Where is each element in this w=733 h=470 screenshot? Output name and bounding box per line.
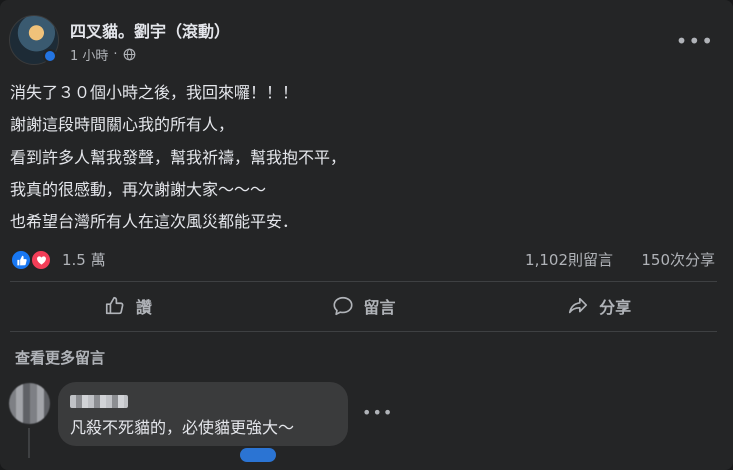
divider (10, 331, 717, 332)
commenter-avatar[interactable] (9, 383, 50, 424)
comment-thread-line (28, 428, 30, 458)
post-more-icon[interactable]: ••• (676, 29, 714, 53)
comment-icon (332, 296, 353, 316)
meta-separator: · (113, 47, 118, 62)
love-icon (30, 249, 52, 271)
comment-bubble: 凡殺不死貓的，必使貓更強大～ (58, 382, 348, 446)
thumbs-up-icon (105, 296, 124, 315)
comment-more-icon[interactable]: ••• (362, 403, 393, 422)
post-stats: 1.5 萬 1,102則留言 150次分享 (10, 247, 717, 271)
post-time[interactable]: 1 小時 (70, 45, 108, 64)
share-button[interactable]: 分享 (481, 282, 717, 330)
story-badge-icon (43, 49, 57, 63)
like-icon (10, 249, 32, 271)
action-bar: 讚 留言 分享 (10, 282, 717, 330)
comment-text: 凡殺不死貓的，必使貓更強大～ (70, 418, 295, 437)
post-text-line: 我真的很感動，再次謝謝大家～～～ (10, 179, 267, 199)
comment-count[interactable]: 1,102則留言 (525, 249, 613, 270)
reply-avatar-peek (240, 448, 276, 462)
reaction-count[interactable]: 1.5 萬 (62, 249, 106, 270)
reaction-icons[interactable] (10, 249, 56, 271)
view-more-comments-link[interactable]: 查看更多留言 (15, 347, 105, 368)
author-name[interactable]: 四叉貓。劉宇（滾動） (70, 18, 230, 42)
comment-label: 留言 (363, 298, 396, 317)
post-text-line: 也希望台灣所有人在這次風災都能平安． (10, 212, 299, 232)
share-label: 分享 (599, 298, 632, 317)
globe-icon[interactable] (123, 48, 136, 61)
post-text-line: 看到許多人幫我發聲，幫我祈禱，幫我抱不平， (10, 147, 347, 167)
post-meta: 1 小時 · (70, 45, 136, 64)
post-text-line: 謝謝這段時間關心我的所有人， (10, 115, 235, 135)
like-label: 讚 (135, 298, 152, 317)
comment-button[interactable]: 留言 (246, 282, 482, 330)
post-card: 四叉貓。劉宇（滾動） 1 小時 · ••• 消失了３０個小時之後，我回來囉！！！… (0, 0, 733, 470)
commenter-name-blurred[interactable] (70, 395, 128, 408)
post-body: 消失了３０個小時之後，我回來囉！！！ 謝謝這段時間關心我的所有人， 看到許多人幫… (10, 77, 720, 238)
share-icon (569, 297, 588, 314)
share-count[interactable]: 150次分享 (641, 249, 715, 270)
like-button[interactable]: 讚 (10, 282, 246, 330)
post-text-line: 消失了３０個小時之後，我回來囉！！！ (10, 83, 299, 102)
post-header: 四叉貓。劉宇（滾動） 1 小時 · ••• (9, 15, 724, 69)
